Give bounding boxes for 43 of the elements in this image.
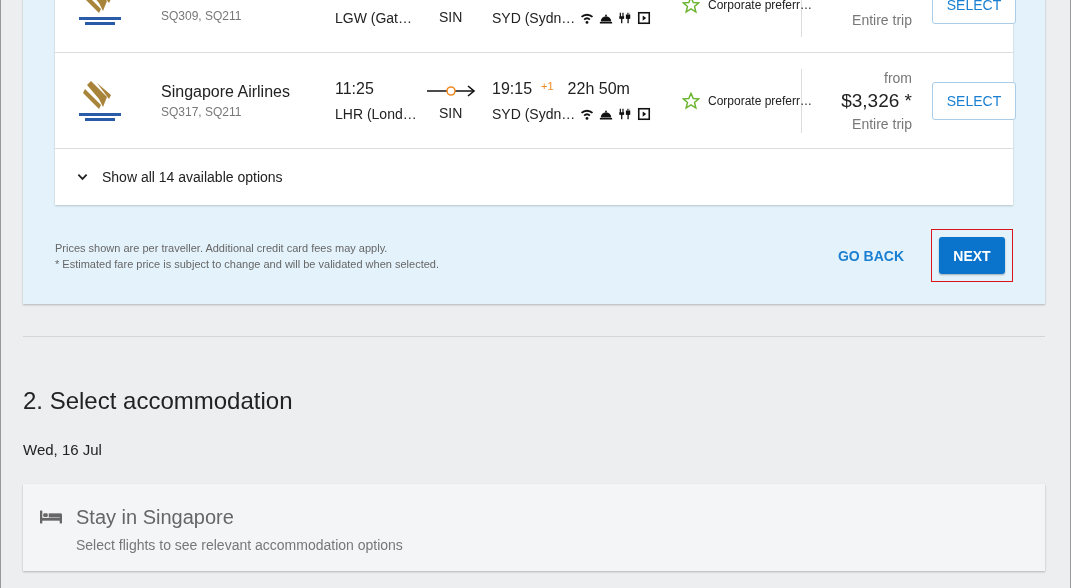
card-title: Stay in Singapore [76,506,235,529]
chevron-down-icon [77,173,88,181]
flight-duration: 22h 50m [567,79,630,99]
price: $3,326 * [841,89,912,112]
select-button[interactable]: SELECT [932,0,1016,24]
star-icon [682,91,700,110]
price-note: Entire trip [852,12,912,28]
departure-time: 11:25 [335,79,375,99]
power-plug-icon [618,10,633,25]
go-back-button[interactable]: GO BACK [833,239,908,272]
video-icon [637,10,652,25]
star-icon [682,0,700,14]
price-note: Entire trip [852,115,912,132]
flight-numbers: SQ309, SQ211 [161,9,243,23]
section-heading: 2. Select accommodation [23,387,294,415]
departure-airport: LHR (Lond… [335,105,418,122]
footnote: Prices shown are per traveller. Additional credit card fees may apply. [55,240,389,256]
airline-name: Singapore Airlines [161,82,291,101]
arrival-airport: SYD (Sydn… [492,105,576,122]
date-label: Wed, 16 Jul [23,441,103,458]
flight-row[interactable]: SQ309, SQ211 LGW (Gat… SIN SYD (Sydn… Corporate preferr… Entire trip SELECT [55,0,1013,53]
next-button[interactable]: NEXT [939,237,1005,274]
arrival-airport: SYD (Sydn… [492,9,576,26]
departure-airport: LGW (Gat… [335,9,413,26]
show-all-options[interactable]: Show all 14 available options [55,149,1013,205]
price-prefix: from [884,69,912,86]
arrival-time: 19:15 [492,79,533,99]
flight-row[interactable]: Singapore Airlines SQ317, SQ211 11:25 LHR (Lond… SIN 19:15 +1 22h 50m SYD (Sydn… Corporate preferr… from $3,326 * Entire trip SELECT [55,53,1013,149]
stop-airport: SIN [439,8,463,25]
show-all-label: Show all 14 available options [102,169,283,185]
route-arrow-icon [427,83,477,98]
stop-airport: SIN [439,104,463,121]
policy-label: Corporate preferr… [708,0,813,12]
select-button[interactable]: SELECT [932,81,1016,120]
video-icon [637,106,652,121]
power-plug-icon [618,106,633,121]
footnote: * Estimated fare price is subject to change and will be validated when selected. [55,256,440,272]
day-offset: +1 [541,79,554,92]
policy-label: Corporate preferr… [708,93,813,108]
card-subtitle: Select flights to see relevant accommodation options [76,537,403,553]
bed-icon [40,510,62,524]
flight-numbers: SQ317, SQ211 [161,104,243,119]
airline-logo-icon [77,78,123,123]
